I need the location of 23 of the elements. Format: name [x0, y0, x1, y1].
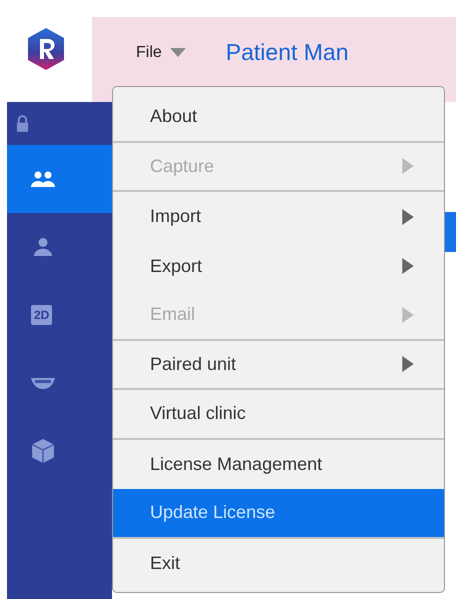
submenu-arrow-icon [402, 306, 414, 323]
2d-badge: 2D [31, 305, 52, 325]
submenu-arrow-icon [402, 356, 414, 372]
menu-item[interactable]: Update License [113, 489, 444, 538]
people-icon [31, 170, 55, 188]
cube-icon [31, 439, 55, 463]
sidebar-item[interactable] [7, 145, 112, 213]
menu-item[interactable]: Paired unit [113, 340, 444, 390]
menu-item[interactable]: About [113, 93, 444, 142]
menu-item[interactable]: Virtual clinic [113, 390, 444, 440]
menu-item[interactable]: Export [113, 242, 444, 291]
caret-icon [170, 48, 186, 57]
submenu-arrow-icon [402, 258, 414, 274]
lock-icon [16, 115, 29, 132]
file-menu-button[interactable]: File [136, 44, 186, 62]
app-logo-icon [26, 27, 66, 71]
submenu-arrow-icon [402, 208, 414, 225]
menu-item[interactable]: License Management [113, 440, 444, 489]
menu-item[interactable]: Exit [113, 538, 444, 588]
menu-item[interactable]: Import [113, 192, 444, 242]
person-icon [31, 238, 55, 256]
submenu-arrow-icon [402, 158, 414, 174]
page-title: Patient Man [226, 39, 349, 66]
